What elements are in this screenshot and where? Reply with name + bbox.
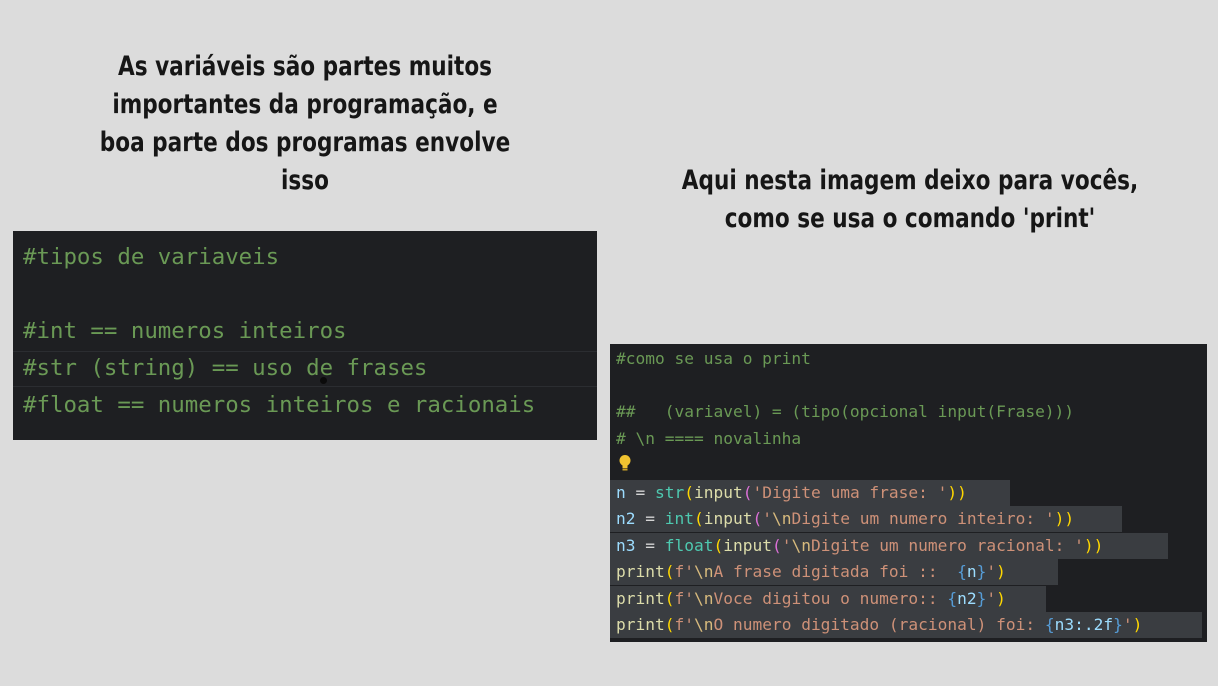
- code-token-paren: (: [694, 509, 704, 528]
- code-print-line: print(f'\nA frase digitada foi :: {n}'): [616, 559, 1006, 585]
- code-token-brace: }: [1113, 615, 1123, 634]
- code-assignment-line: n2 = int(input('\nDigite um numero intei…: [616, 506, 1074, 532]
- code-assignment-line: n3 = float(input('\nDigite um numero rac…: [616, 533, 1103, 559]
- code-assignment-line: n = str(input('Digite uma frase: ')): [616, 480, 967, 506]
- code-comment-line: ## (variavel) = (tipo(opcional input(Fra…: [616, 402, 1075, 421]
- code-token-paren: )): [1054, 509, 1075, 528]
- code-token-string: Digite um numero racional: ': [810, 536, 1084, 555]
- code-token-type: float: [664, 536, 714, 555]
- code-token-brace: {: [957, 562, 967, 581]
- code-token-string: f': [674, 589, 694, 608]
- code-comment-line: #tipos de variaveis: [23, 244, 280, 270]
- code-token-paren: ): [996, 562, 1006, 581]
- code-token-var: n3: [616, 536, 636, 555]
- code-token-string: f': [674, 562, 694, 581]
- mouse-cursor-dot: [320, 377, 327, 384]
- caption-right: Aqui nesta imagem deixo para vocês, como…: [670, 162, 1150, 238]
- code-token-escape: \n: [791, 536, 811, 555]
- code-token-string: f': [674, 615, 694, 634]
- code-token-string: A frase digitada foi ::: [713, 562, 958, 581]
- code-token-paren: ): [1132, 615, 1143, 634]
- code-token-fn: input: [703, 509, 753, 528]
- code-token-paren: ): [996, 589, 1006, 608]
- caption-left-line: boa parte dos programas envolve: [99, 127, 511, 158]
- code-token-escape: \n: [693, 615, 714, 634]
- code-token-string: ': [762, 509, 772, 528]
- code-token-string: 'Digite uma frase: ': [752, 483, 948, 502]
- code-token-paren: )): [947, 483, 967, 502]
- code-token-type: int: [664, 509, 694, 528]
- code-token-var: n2: [957, 589, 977, 608]
- caption-left-line: importantes da programação, e: [112, 89, 498, 120]
- code-token-fn: print: [616, 589, 665, 608]
- code-editor-print-usage: #como se usa o print ## (variavel) = (ti…: [610, 344, 1207, 642]
- code-token-var: n: [966, 562, 977, 581]
- code-token-brace: }: [976, 589, 987, 608]
- code-token-op: =: [625, 483, 655, 502]
- code-token-escape: \n: [771, 509, 792, 528]
- code-token-brace: {: [947, 589, 958, 608]
- code-comment-line: #como se usa o print: [616, 349, 811, 368]
- code-token-var: n2: [616, 509, 636, 528]
- code-comment-line: #float == numeros inteiros e racionais: [23, 392, 536, 418]
- code-comment-line: # \n ==== novalinha: [616, 429, 802, 448]
- code-token-fn: input: [723, 536, 772, 555]
- caption-left: As variáveis são partes muitos important…: [93, 48, 517, 200]
- code-comment-line: #str (string) == uso de frases: [23, 355, 428, 381]
- code-token-string: ': [986, 589, 997, 608]
- caption-left-line: isso: [281, 165, 329, 196]
- caption-right-line: como se usa o comando 'print': [724, 203, 1096, 234]
- code-token-string: ': [781, 536, 792, 555]
- code-token-brace: }: [976, 562, 987, 581]
- code-token-paren: (: [752, 509, 763, 528]
- code-token-escape: \n: [693, 589, 714, 608]
- caption-left-line: As variáveis são partes muitos: [117, 51, 493, 82]
- code-token-op: =: [635, 536, 665, 555]
- code-editor-variable-types: #tipos de variaveis #int == numeros inte…: [13, 231, 597, 440]
- code-token-var: n3:.2f: [1054, 615, 1114, 634]
- code-token-paren: (: [713, 536, 724, 555]
- code-token-op: =: [635, 509, 665, 528]
- code-print-line: print(f'\nVoce digitou o numero:: {n2}'): [616, 586, 1006, 612]
- code-token-string: ': [986, 562, 997, 581]
- code-comment-line: #int == numeros inteiros: [23, 318, 347, 344]
- code-token-paren: (: [771, 536, 782, 555]
- code-token-paren: (: [684, 483, 694, 502]
- code-token-string: Voce digitou o numero::: [713, 589, 948, 608]
- code-token-paren: )): [1083, 536, 1104, 555]
- code-token-fn: print: [616, 562, 665, 581]
- code-token-fn: print: [616, 615, 665, 634]
- caption-right-line: Aqui nesta imagem deixo para vocês,: [681, 165, 1139, 196]
- code-token-var: n: [616, 483, 626, 502]
- code-token-brace: {: [1044, 615, 1055, 634]
- code-token-escape: \n: [693, 562, 714, 581]
- code-token-string: ': [1122, 615, 1133, 634]
- code-token-string: O numero digitado (racional) foi:: [713, 615, 1045, 634]
- code-token-string: Digite um numero inteiro: ': [791, 509, 1055, 528]
- code-token-type: str: [655, 483, 685, 502]
- code-token-fn: input: [694, 483, 743, 502]
- code-print-line: print(f'\nO numero digitado (racional) f…: [616, 612, 1142, 638]
- lightbulb-icon[interactable]: [618, 454, 632, 472]
